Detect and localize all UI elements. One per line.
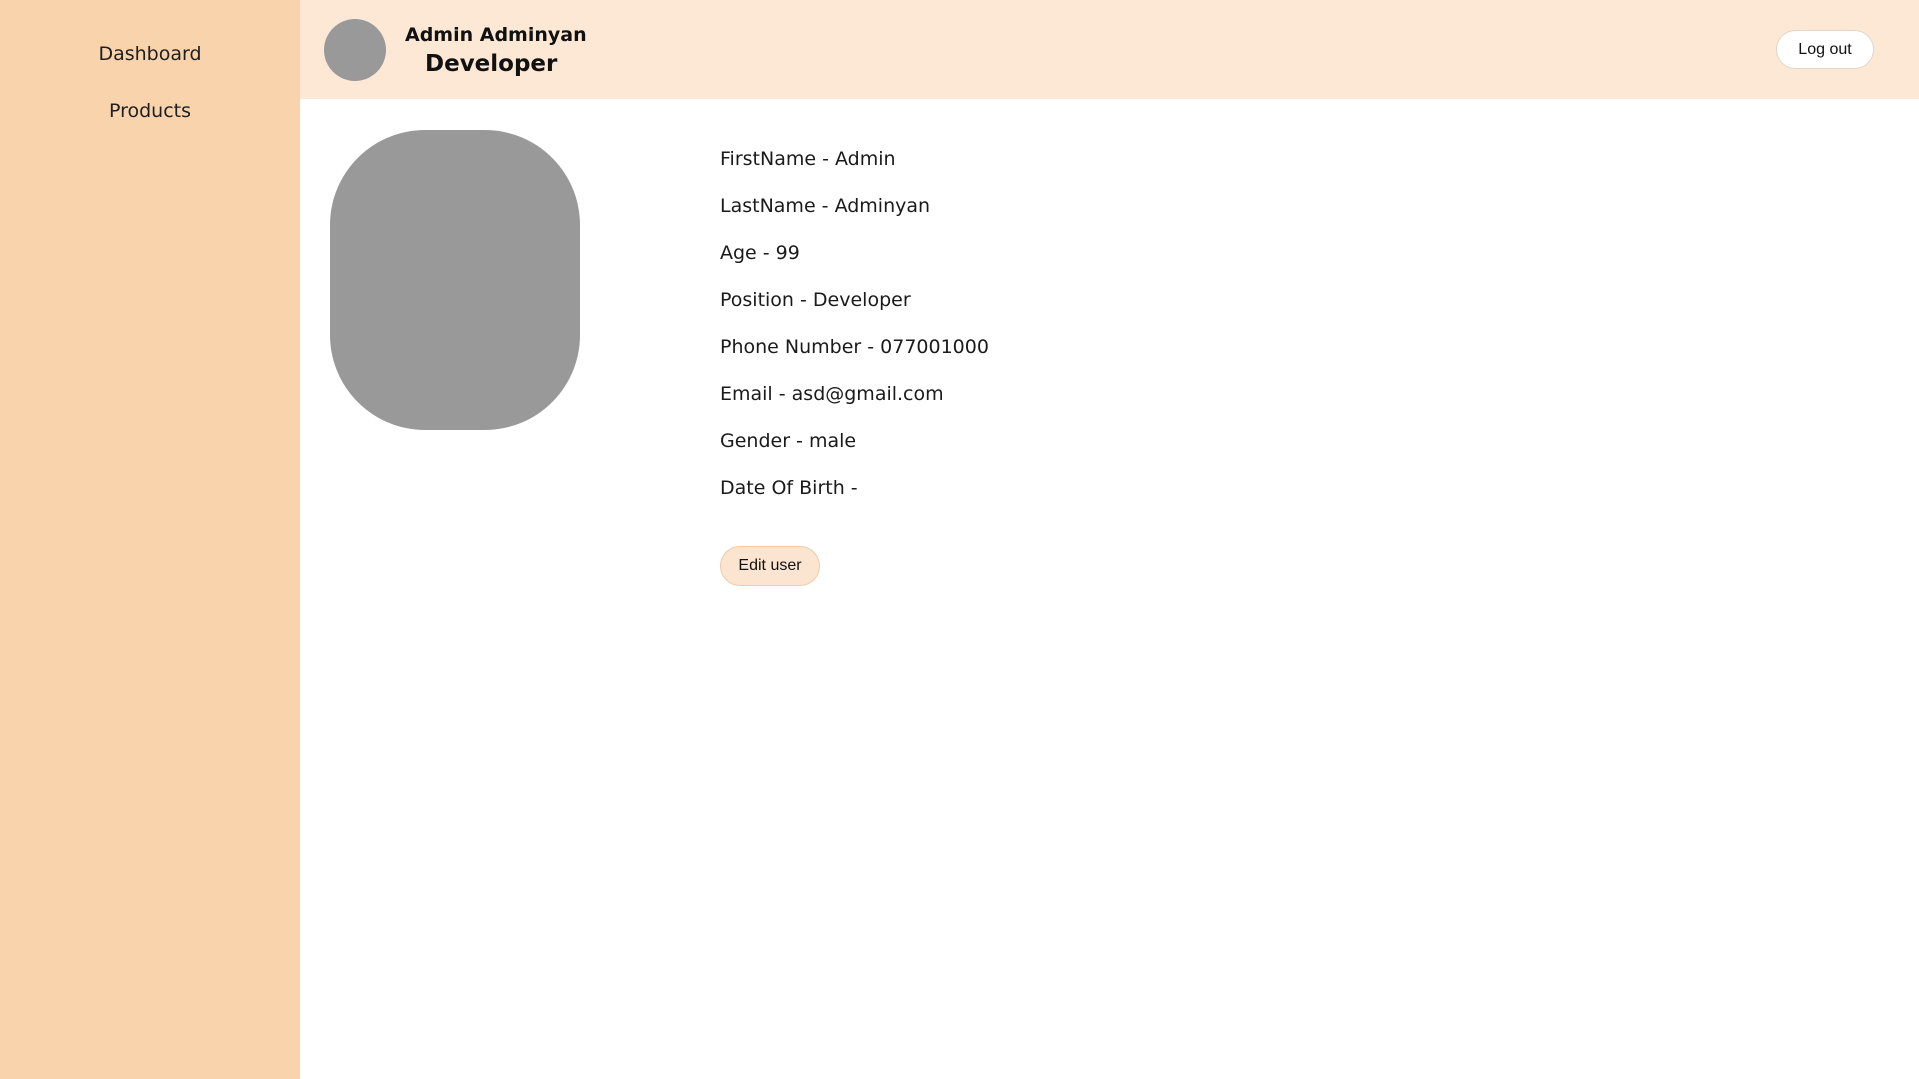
age-field: Age - 99 bbox=[720, 242, 800, 264]
email-field: Email - asd@gmail.com bbox=[720, 383, 944, 405]
app-root: Dashboard Products Admin Adminyan Develo… bbox=[0, 0, 1919, 1079]
last-name-field: LastName - Adminyan bbox=[720, 195, 931, 217]
first-name-field: FirstName - Admin bbox=[720, 148, 896, 170]
position-field: Position - Developer bbox=[720, 289, 911, 311]
sidebar-item-products[interactable]: Products bbox=[0, 100, 300, 122]
phone-field: Phone Number - 077001000 bbox=[720, 336, 989, 358]
sidebar: Dashboard Products bbox=[0, 0, 300, 1079]
profile-photo-placeholder bbox=[330, 130, 580, 430]
date-of-birth-field: Date Of Birth - bbox=[720, 477, 858, 499]
user-name: Admin Adminyan bbox=[405, 24, 587, 46]
gender-field: Gender - male bbox=[720, 430, 857, 452]
user-avatar bbox=[324, 19, 386, 81]
sidebar-item-dashboard[interactable]: Dashboard bbox=[0, 43, 300, 65]
logout-button[interactable]: Log out bbox=[1776, 30, 1874, 69]
top-header: Admin Adminyan Developer Log out bbox=[300, 0, 1919, 99]
edit-user-button[interactable]: Edit user bbox=[720, 546, 820, 586]
profile-info-list: FirstName - Admin LastName - Adminyan Ag… bbox=[720, 148, 989, 524]
user-role: Developer bbox=[425, 51, 558, 77]
